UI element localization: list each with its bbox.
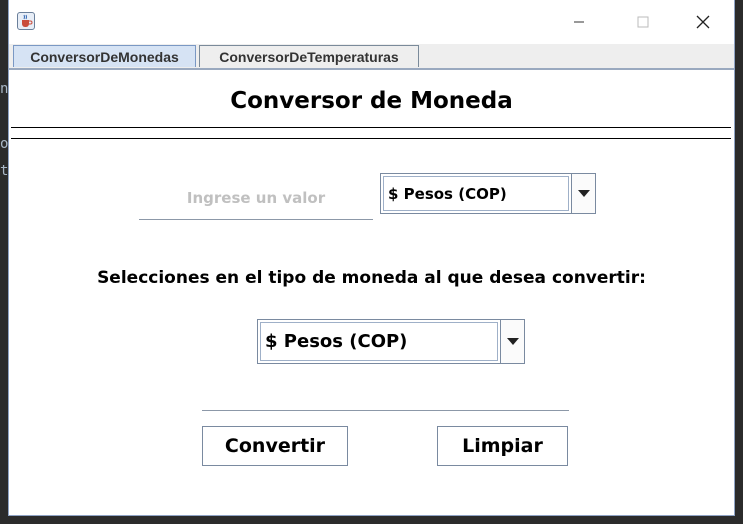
maximize-button[interactable]	[629, 8, 657, 36]
close-button[interactable]	[689, 8, 717, 36]
title-divider-bottom	[11, 138, 731, 139]
minimize-button[interactable]	[565, 8, 593, 36]
java-cup-icon[interactable]	[17, 12, 35, 30]
title-divider-top	[11, 127, 731, 128]
from-currency-dropdown-button[interactable]	[571, 174, 595, 213]
to-currency-value: $ Pesos (COP)	[260, 322, 498, 361]
clear-button[interactable]: Limpiar	[437, 426, 568, 466]
tab-conversor-de-temperaturas[interactable]: ConversorDeTemperaturas	[199, 45, 419, 67]
tab-conversor-de-monedas[interactable]: ConversorDeMonedas	[13, 45, 196, 67]
chevron-down-icon	[577, 189, 590, 197]
tab-strip: ConversorDeMonedas ConversorDeTemperatur…	[9, 44, 734, 68]
currency-panel	[9, 68, 734, 515]
close-icon	[696, 15, 710, 29]
to-currency-dropdown-button[interactable]	[500, 320, 524, 363]
target-currency-label: Selecciones en el tipo de moneda al que …	[97, 268, 646, 288]
maximize-icon	[637, 16, 649, 28]
from-currency-select[interactable]: $ Pesos (COP)	[380, 173, 596, 214]
amount-input[interactable]	[139, 176, 373, 220]
convert-button[interactable]: Convertir	[202, 426, 348, 466]
page-title: Conversor de Moneda	[230, 88, 513, 114]
to-currency-select[interactable]: $ Pesos (COP)	[257, 319, 525, 364]
minimize-icon	[574, 21, 584, 23]
result-field	[202, 384, 569, 411]
app-window: ConversorDeMonedas ConversorDeTemperatur…	[8, 0, 735, 516]
title-bar[interactable]	[9, 0, 734, 44]
from-currency-value: $ Pesos (COP)	[383, 176, 569, 211]
chevron-down-icon	[506, 337, 519, 345]
